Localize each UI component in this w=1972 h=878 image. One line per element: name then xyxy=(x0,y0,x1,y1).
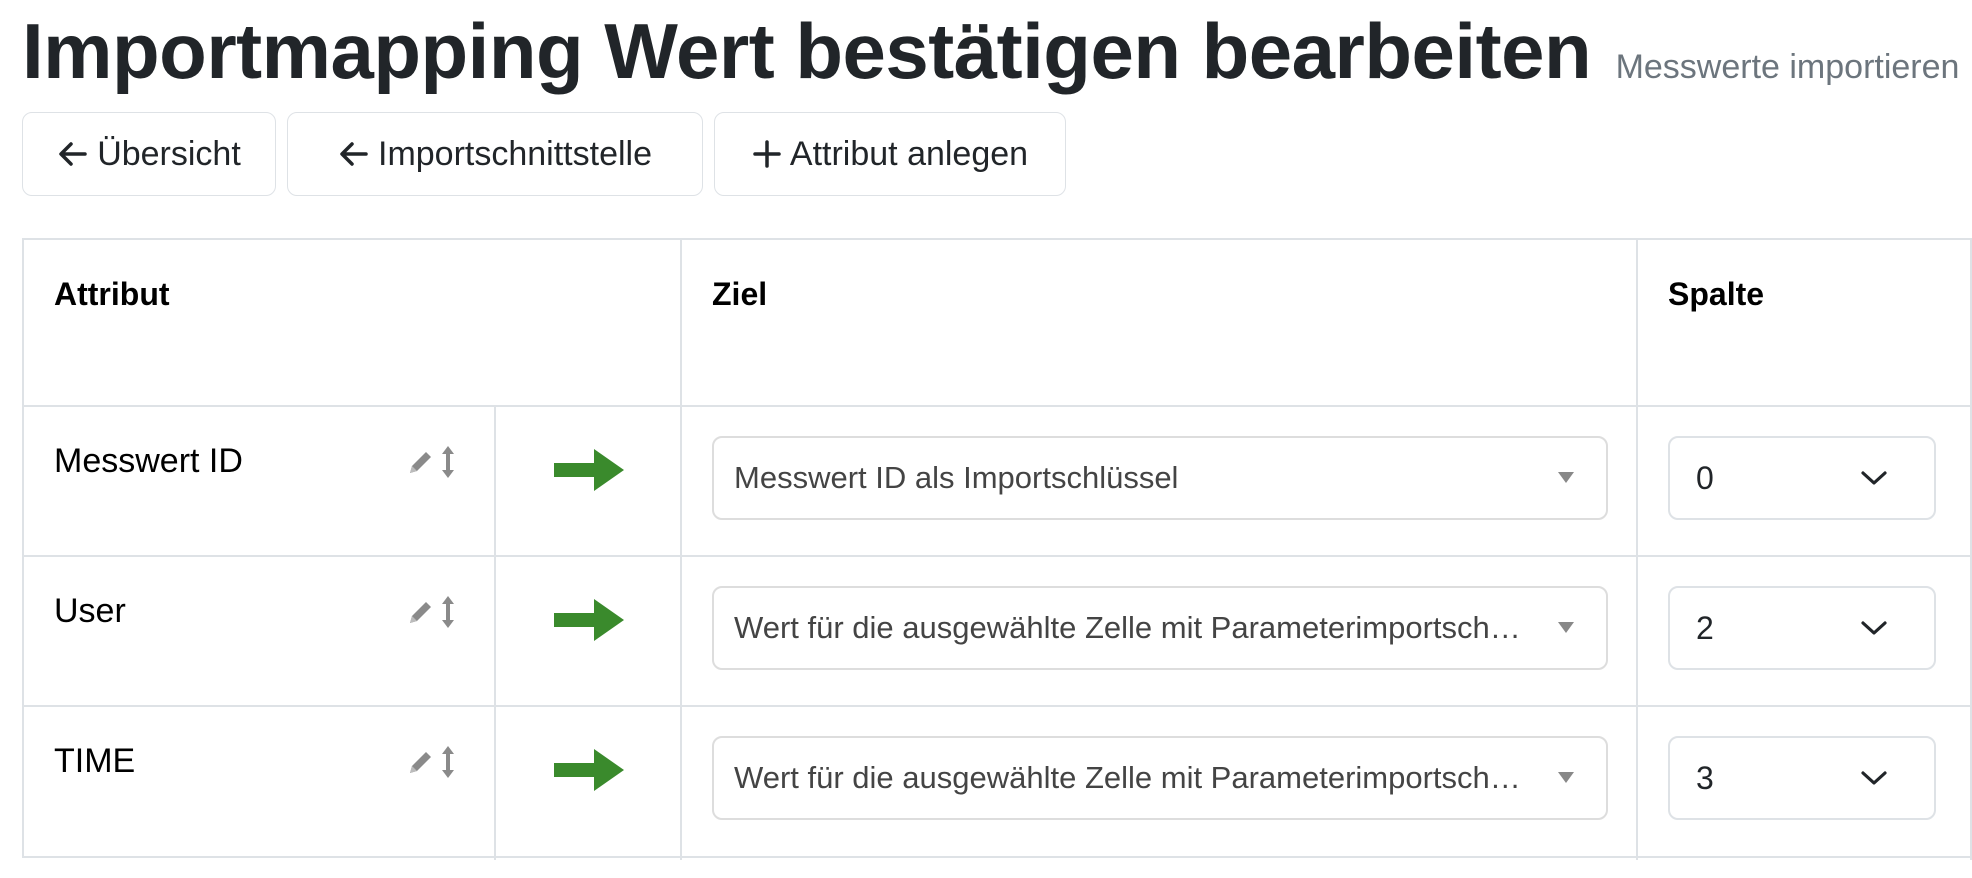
import-interface-button[interactable]: Importschnittstelle xyxy=(287,112,703,196)
column-divider xyxy=(680,240,682,860)
chevron-down-icon xyxy=(1860,468,1888,493)
target-select-value: Wert für die ausgewählte Zelle mit Param… xyxy=(734,610,1524,645)
row-tools xyxy=(406,445,456,484)
plus-icon xyxy=(752,139,782,169)
column-select-value: 2 xyxy=(1696,609,1714,646)
header-target: Ziel xyxy=(712,276,768,312)
caret-down-icon xyxy=(1558,472,1574,483)
page-subtitle: Messwerte importieren xyxy=(1615,48,1960,86)
right-arrow-icon xyxy=(552,596,626,649)
right-arrow-icon xyxy=(552,746,626,799)
row-divider xyxy=(24,405,1972,407)
chevron-down-icon xyxy=(1860,768,1888,793)
row-tools xyxy=(406,595,456,634)
target-select-value: Wert für die ausgewählte Zelle mit Param… xyxy=(734,760,1524,795)
column-divider xyxy=(494,406,496,860)
overview-button[interactable]: Übersicht xyxy=(22,112,276,196)
arrow-left-icon xyxy=(338,139,370,169)
row-divider xyxy=(24,555,1972,557)
mapping-table: Attribut Ziel Spalte Messwert ID Messwer… xyxy=(22,238,1972,860)
row-divider xyxy=(24,856,1972,858)
page-title: Importmapping Wert bestätigen bearbeiten xyxy=(22,7,1592,95)
column-select[interactable]: 0 xyxy=(1668,436,1936,520)
target-select[interactable]: Wert für die ausgewählte Zelle mit Param… xyxy=(712,736,1608,820)
column-select-value: 3 xyxy=(1696,759,1714,796)
row-tools xyxy=(406,745,456,784)
column-select[interactable]: 3 xyxy=(1668,736,1936,820)
column-select-value: 0 xyxy=(1696,459,1714,496)
chevron-down-icon xyxy=(1860,618,1888,643)
vertical-arrows-icon[interactable] xyxy=(440,595,456,634)
row-divider xyxy=(24,705,1972,707)
pencil-icon[interactable] xyxy=(406,447,434,482)
caret-down-icon xyxy=(1558,772,1574,783)
attribute-name: TIME xyxy=(54,742,136,780)
overview-button-label: Übersicht xyxy=(97,134,241,173)
add-attribute-button-label: Attribut anlegen xyxy=(789,134,1029,173)
arrow-left-icon xyxy=(57,139,89,169)
pencil-icon[interactable] xyxy=(406,597,434,632)
attribute-name: User xyxy=(54,592,126,630)
vertical-arrows-icon[interactable] xyxy=(440,445,456,484)
target-select[interactable]: Wert für die ausgewählte Zelle mit Param… xyxy=(712,586,1608,670)
pencil-icon[interactable] xyxy=(406,747,434,782)
caret-down-icon xyxy=(1558,622,1574,633)
header-column: Spalte xyxy=(1668,276,1765,312)
header-attribute: Attribut xyxy=(54,276,170,312)
page-header: Importmapping Wert bestätigen bearbeiten… xyxy=(22,8,1959,94)
vertical-arrows-icon[interactable] xyxy=(440,745,456,784)
column-divider xyxy=(1636,240,1638,860)
target-select-value: Messwert ID als Importschlüssel xyxy=(734,460,1179,495)
right-arrow-icon xyxy=(552,446,626,499)
target-select[interactable]: Messwert ID als Importschlüssel xyxy=(712,436,1608,520)
attribute-name: Messwert ID xyxy=(54,442,243,480)
import-interface-button-label: Importschnittstelle xyxy=(378,134,652,173)
column-select[interactable]: 2 xyxy=(1668,586,1936,670)
add-attribute-button[interactable]: Attribut anlegen xyxy=(714,112,1066,196)
